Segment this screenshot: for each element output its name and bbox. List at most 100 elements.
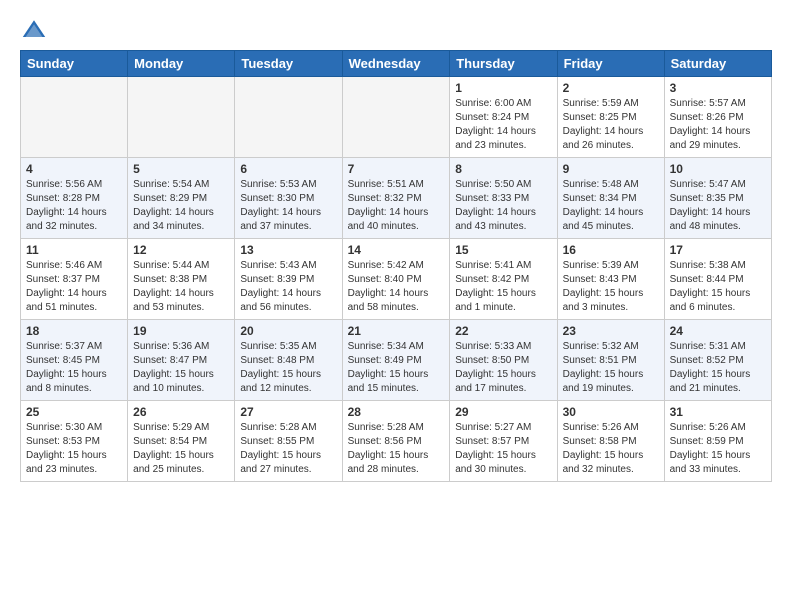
weekday-header-saturday: Saturday <box>664 51 771 77</box>
calendar-cell: 21 Sunrise: 5:34 AM Sunset: 8:49 PM Dayli… <box>342 320 450 401</box>
calendar-cell: 18Sunrise: 5:37 AM Sunset: 8:45 PM Dayli… <box>21 320 128 401</box>
calendar-cell: 17 Sunrise: 5:38 AM Sunset: 8:44 PM Dayli… <box>664 239 771 320</box>
day-number: 4 <box>26 162 122 176</box>
day-info: Sunrise: 5:56 AM Sunset: 8:28 PM Dayligh… <box>26 178 122 234</box>
calendar-cell: 14 Sunrise: 5:42 AM Sunset: 8:40 PM Dayli… <box>342 239 450 320</box>
calendar-cell: 31 Sunrise: 5:26 AM Sunset: 8:59 PM Dayli… <box>664 401 771 482</box>
day-number: 1 <box>455 81 551 95</box>
day-info: Sunrise: 5:33 AM Sunset: 8:50 PM Dayligh… <box>455 340 551 396</box>
day-number: 14 <box>348 243 445 257</box>
calendar-cell: 2 Sunrise: 5:59 AM Sunset: 8:25 PM Daylig… <box>557 77 664 158</box>
calendar-cell: 6Sunrise: 5:53 AM Sunset: 8:30 PM Daylig… <box>235 158 342 239</box>
day-info: Sunrise: 5:44 AM Sunset: 8:38 PM Dayligh… <box>133 259 229 315</box>
day-info: Sunrise: 5:51 AM Sunset: 8:32 PM Dayligh… <box>348 178 445 234</box>
calendar-cell <box>342 77 450 158</box>
day-number: 5 <box>133 162 229 176</box>
header <box>20 16 772 44</box>
day-number: 16 <box>563 243 659 257</box>
day-info: Sunrise: 5:46 AM Sunset: 8:37 PM Dayligh… <box>26 259 122 315</box>
day-number: 15 <box>455 243 551 257</box>
day-info: Sunrise: 5:28 AM Sunset: 8:56 PM Dayligh… <box>348 421 445 477</box>
day-info: Sunrise: 5:41 AM Sunset: 8:42 PM Dayligh… <box>455 259 551 315</box>
weekday-header-tuesday: Tuesday <box>235 51 342 77</box>
day-info: Sunrise: 5:54 AM Sunset: 8:29 PM Dayligh… <box>133 178 229 234</box>
day-info: Sunrise: 5:38 AM Sunset: 8:44 PM Dayligh… <box>670 259 766 315</box>
calendar-cell: 3 Sunrise: 5:57 AM Sunset: 8:26 PM Daylig… <box>664 77 771 158</box>
day-info: Sunrise: 5:30 AM Sunset: 8:53 PM Dayligh… <box>26 421 122 477</box>
day-number: 29 <box>455 405 551 419</box>
day-info: Sunrise: 5:48 AM Sunset: 8:34 PM Dayligh… <box>563 178 659 234</box>
week-row-2: 4 Sunrise: 5:56 AM Sunset: 8:28 PM Daylig… <box>21 158 772 239</box>
day-info: Sunrise: 5:34 AM Sunset: 8:49 PM Dayligh… <box>348 340 445 396</box>
day-number: 11 <box>26 243 122 257</box>
calendar-cell: 16 Sunrise: 5:39 AM Sunset: 8:43 PM Dayli… <box>557 239 664 320</box>
day-info: Sunrise: 5:43 AM Sunset: 8:39 PM Dayligh… <box>240 259 336 315</box>
day-info: Sunrise: 5:32 AM Sunset: 8:51 PM Dayligh… <box>563 340 659 396</box>
day-number: 12 <box>133 243 229 257</box>
day-number: 18 <box>26 324 122 338</box>
day-number: 31 <box>670 405 766 419</box>
day-number: 30 <box>563 405 659 419</box>
day-number: 8 <box>455 162 551 176</box>
day-number: 17 <box>670 243 766 257</box>
weekday-header-row: SundayMondayTuesdayWednesdayThursdayFrid… <box>21 51 772 77</box>
logo-icon <box>20 16 48 44</box>
calendar-cell: 7 Sunrise: 5:51 AM Sunset: 8:32 PM Daylig… <box>342 158 450 239</box>
day-info: Sunrise: 5:26 AM Sunset: 8:58 PM Dayligh… <box>563 421 659 477</box>
day-info: Sunrise: 5:42 AM Sunset: 8:40 PM Dayligh… <box>348 259 445 315</box>
day-number: 23 <box>563 324 659 338</box>
day-number: 21 <box>348 324 445 338</box>
day-info: Sunrise: 5:39 AM Sunset: 8:43 PM Dayligh… <box>563 259 659 315</box>
day-info: Sunrise: 5:31 AM Sunset: 8:52 PM Dayligh… <box>670 340 766 396</box>
calendar-cell <box>235 77 342 158</box>
day-number: 26 <box>133 405 229 419</box>
weekday-header-thursday: Thursday <box>450 51 557 77</box>
calendar-cell: 1 Sunrise: 6:00 AM Sunset: 8:24 PM Daylig… <box>450 77 557 158</box>
day-number: 6 <box>240 162 336 176</box>
calendar-cell: 24 Sunrise: 5:31 AM Sunset: 8:52 PM Dayli… <box>664 320 771 401</box>
day-number: 19 <box>133 324 229 338</box>
calendar: SundayMondayTuesdayWednesdayThursdayFrid… <box>20 50 772 482</box>
day-info: Sunrise: 6:00 AM Sunset: 8:24 PM Dayligh… <box>455 97 551 153</box>
calendar-cell: 12 Sunrise: 5:44 AM Sunset: 8:38 PM Dayli… <box>128 239 235 320</box>
calendar-cell: 13 Sunrise: 5:43 AM Sunset: 8:39 PM Dayli… <box>235 239 342 320</box>
day-number: 25 <box>26 405 122 419</box>
day-number: 13 <box>240 243 336 257</box>
day-info: Sunrise: 5:57 AM Sunset: 8:26 PM Dayligh… <box>670 97 766 153</box>
day-info: Sunrise: 5:29 AM Sunset: 8:54 PM Dayligh… <box>133 421 229 477</box>
calendar-cell: 26 Sunrise: 5:29 AM Sunset: 8:54 PM Dayli… <box>128 401 235 482</box>
calendar-cell: 5 Sunrise: 5:54 AM Sunset: 8:29 PM Daylig… <box>128 158 235 239</box>
day-info: Sunrise: 5:27 AM Sunset: 8:57 PM Dayligh… <box>455 421 551 477</box>
week-row-5: 25 Sunrise: 5:30 AM Sunset: 8:53 PM Dayli… <box>21 401 772 482</box>
day-number: 22 <box>455 324 551 338</box>
day-number: 7 <box>348 162 445 176</box>
day-info: Sunrise: 5:28 AM Sunset: 8:55 PM Dayligh… <box>240 421 336 477</box>
calendar-cell: 25 Sunrise: 5:30 AM Sunset: 8:53 PM Dayli… <box>21 401 128 482</box>
calendar-cell <box>128 77 235 158</box>
page: SundayMondayTuesdayWednesdayThursdayFrid… <box>0 0 792 498</box>
calendar-cell: 28 Sunrise: 5:28 AM Sunset: 8:56 PM Dayli… <box>342 401 450 482</box>
calendar-cell: 10 Sunrise: 5:47 AM Sunset: 8:35 PM Dayli… <box>664 158 771 239</box>
calendar-cell <box>21 77 128 158</box>
day-info: Sunrise: 5:47 AM Sunset: 8:35 PM Dayligh… <box>670 178 766 234</box>
day-number: 10 <box>670 162 766 176</box>
calendar-cell: 8 Sunrise: 5:50 AM Sunset: 8:33 PM Daylig… <box>450 158 557 239</box>
calendar-cell: 29 Sunrise: 5:27 AM Sunset: 8:57 PM Dayli… <box>450 401 557 482</box>
day-number: 3 <box>670 81 766 95</box>
day-info: Sunrise: 5:50 AM Sunset: 8:33 PM Dayligh… <box>455 178 551 234</box>
calendar-cell: 15 Sunrise: 5:41 AM Sunset: 8:42 PM Dayli… <box>450 239 557 320</box>
calendar-cell: 22 Sunrise: 5:33 AM Sunset: 8:50 PM Dayli… <box>450 320 557 401</box>
week-row-4: 18Sunrise: 5:37 AM Sunset: 8:45 PM Dayli… <box>21 320 772 401</box>
day-info: Sunrise: 5:26 AM Sunset: 8:59 PM Dayligh… <box>670 421 766 477</box>
day-info: Sunrise: 5:35 AM Sunset: 8:48 PM Dayligh… <box>240 340 336 396</box>
calendar-cell: 23 Sunrise: 5:32 AM Sunset: 8:51 PM Dayli… <box>557 320 664 401</box>
calendar-cell: 4 Sunrise: 5:56 AM Sunset: 8:28 PM Daylig… <box>21 158 128 239</box>
day-number: 28 <box>348 405 445 419</box>
logo <box>20 16 50 44</box>
day-number: 24 <box>670 324 766 338</box>
calendar-cell: 9Sunrise: 5:48 AM Sunset: 8:34 PM Daylig… <box>557 158 664 239</box>
day-info: Sunrise: 5:36 AM Sunset: 8:47 PM Dayligh… <box>133 340 229 396</box>
calendar-cell: 20Sunrise: 5:35 AM Sunset: 8:48 PM Dayli… <box>235 320 342 401</box>
day-info: Sunrise: 5:59 AM Sunset: 8:25 PM Dayligh… <box>563 97 659 153</box>
day-number: 2 <box>563 81 659 95</box>
